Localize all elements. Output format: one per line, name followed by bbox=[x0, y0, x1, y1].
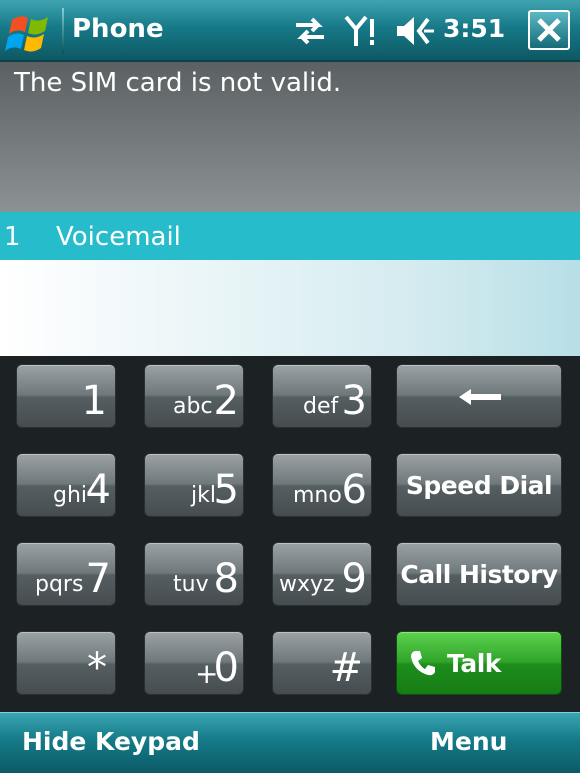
call-history-button[interactable]: Call History bbox=[396, 542, 562, 606]
list-item[interactable]: 1 Voicemail bbox=[0, 212, 580, 260]
key-digit: 6 bbox=[341, 467, 367, 513]
app-title: Phone bbox=[72, 14, 164, 44]
key-digit: 7 bbox=[85, 556, 111, 602]
title-bar: Phone 3:51 bbox=[0, 0, 580, 62]
contact-name: Voicemail bbox=[56, 222, 181, 252]
key-digit: 2 bbox=[213, 378, 239, 424]
status-message: The SIM card is not valid. bbox=[14, 68, 342, 98]
start-button[interactable] bbox=[4, 8, 58, 54]
backspace-button[interactable] bbox=[396, 364, 562, 428]
key-digit: 5 bbox=[213, 467, 239, 513]
key-4[interactable]: ghi 4 bbox=[16, 453, 116, 517]
speed-dial-number: 1 bbox=[4, 222, 21, 252]
windows-flag-icon bbox=[5, 16, 48, 52]
backspace-arrow-icon bbox=[459, 389, 501, 405]
menu-softkey[interactable]: Menu bbox=[430, 727, 507, 756]
speed-dial-button[interactable]: Speed Dial bbox=[396, 453, 562, 517]
talk-button[interactable]: Talk bbox=[396, 631, 562, 695]
key-digit: * bbox=[87, 645, 107, 691]
key-digit: 1 bbox=[81, 378, 107, 424]
close-icon bbox=[537, 18, 561, 42]
signal-antenna-icon[interactable] bbox=[344, 14, 380, 48]
hide-keypad-softkey[interactable]: Hide Keypad bbox=[22, 727, 200, 756]
key-digit: 0 bbox=[213, 645, 239, 691]
key-7[interactable]: pqrs 7 bbox=[16, 542, 116, 606]
talk-label-wrap: Talk bbox=[397, 632, 561, 694]
key-1[interactable]: 1 bbox=[16, 364, 116, 428]
key-digit: # bbox=[329, 645, 363, 691]
key-letters: ghi bbox=[53, 483, 88, 508]
close-button[interactable] bbox=[528, 10, 570, 50]
softkey-bar: Hide Keypad Menu bbox=[0, 712, 580, 773]
key-digit: 9 bbox=[341, 556, 367, 602]
key-letters: wxyz bbox=[279, 572, 335, 597]
sync-arrows-icon[interactable] bbox=[292, 14, 328, 48]
key-digit: 4 bbox=[85, 467, 111, 513]
key-letters: abc bbox=[173, 394, 213, 419]
key-0[interactable]: + 0 bbox=[144, 631, 244, 695]
key-digit: 3 bbox=[341, 378, 367, 424]
dial-keypad: 1 abc 2 def 3 ghi 4 jkl 5 mno 6 Speed Di… bbox=[0, 356, 580, 712]
key-letters: jkl bbox=[191, 483, 216, 508]
key-letters: tuv bbox=[173, 572, 209, 597]
speaker-volume-icon[interactable] bbox=[394, 14, 436, 48]
message-area: The SIM card is not valid. bbox=[0, 62, 580, 212]
key-9[interactable]: wxyz 9 bbox=[272, 542, 372, 606]
key-letters: pqrs bbox=[35, 572, 84, 597]
call-history-label: Call History bbox=[400, 559, 558, 589]
phone-handset-icon bbox=[411, 651, 435, 676]
key-2[interactable]: abc 2 bbox=[144, 364, 244, 428]
speed-dial-label: Speed Dial bbox=[405, 470, 553, 500]
key-letters: def bbox=[303, 394, 339, 419]
key-3[interactable]: def 3 bbox=[272, 364, 372, 428]
title-separator bbox=[62, 8, 64, 54]
key-5[interactable]: jkl 5 bbox=[144, 453, 244, 517]
key-letters: mno bbox=[293, 483, 342, 508]
talk-label: Talk bbox=[447, 648, 501, 678]
key-6[interactable]: mno 6 bbox=[272, 453, 372, 517]
key-hash[interactable]: # bbox=[272, 631, 372, 695]
clock[interactable]: 3:51 bbox=[443, 14, 505, 43]
results-list[interactable] bbox=[0, 260, 580, 356]
key-digit: 8 bbox=[213, 556, 239, 602]
key-8[interactable]: tuv 8 bbox=[144, 542, 244, 606]
key-star[interactable]: * bbox=[16, 631, 116, 695]
